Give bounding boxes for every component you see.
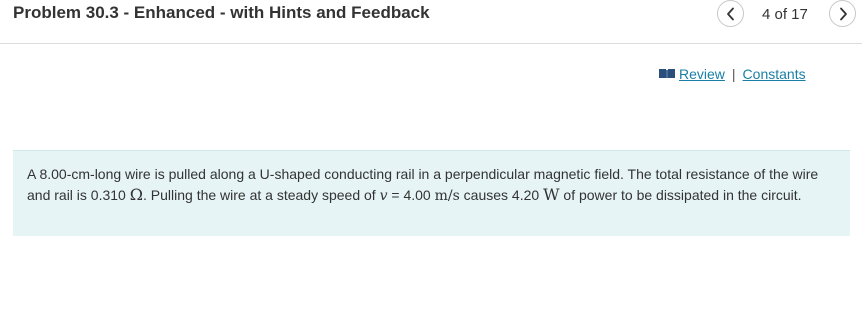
resource-links: Review | Constants xyxy=(659,66,806,82)
page-title: Problem 30.3 - Enhanced - with Hints and… xyxy=(13,3,430,22)
next-problem-button[interactable] xyxy=(829,0,856,27)
power-unit: W xyxy=(543,184,560,204)
previous-problem-button[interactable] xyxy=(717,0,744,27)
speed-value: = 4.00 xyxy=(387,186,435,203)
constants-link[interactable]: Constants xyxy=(743,66,806,82)
speed-symbol: v xyxy=(379,187,388,204)
speed-unit: m/s xyxy=(434,187,460,204)
problem-text-2: . Pulling the wire at a steady speed of xyxy=(143,186,380,203)
problem-text-4: of power to be dissipated in the circuit… xyxy=(559,186,802,203)
link-separator: | xyxy=(731,66,736,82)
problem-text-3: causes 4.20 xyxy=(459,186,544,203)
problem-statement: A 8.00-cm-long wire is pulled along a U-… xyxy=(13,150,850,236)
ohm-symbol: Ω xyxy=(129,184,143,204)
problem-counter: 4 of 17 xyxy=(762,6,808,23)
review-link[interactable]: Review xyxy=(679,66,725,82)
problem-header: Problem 30.3 - Enhanced - with Hints and… xyxy=(0,0,862,44)
chevron-left-icon xyxy=(726,7,734,20)
book-icon xyxy=(659,66,675,82)
chevron-right-icon xyxy=(839,7,847,20)
